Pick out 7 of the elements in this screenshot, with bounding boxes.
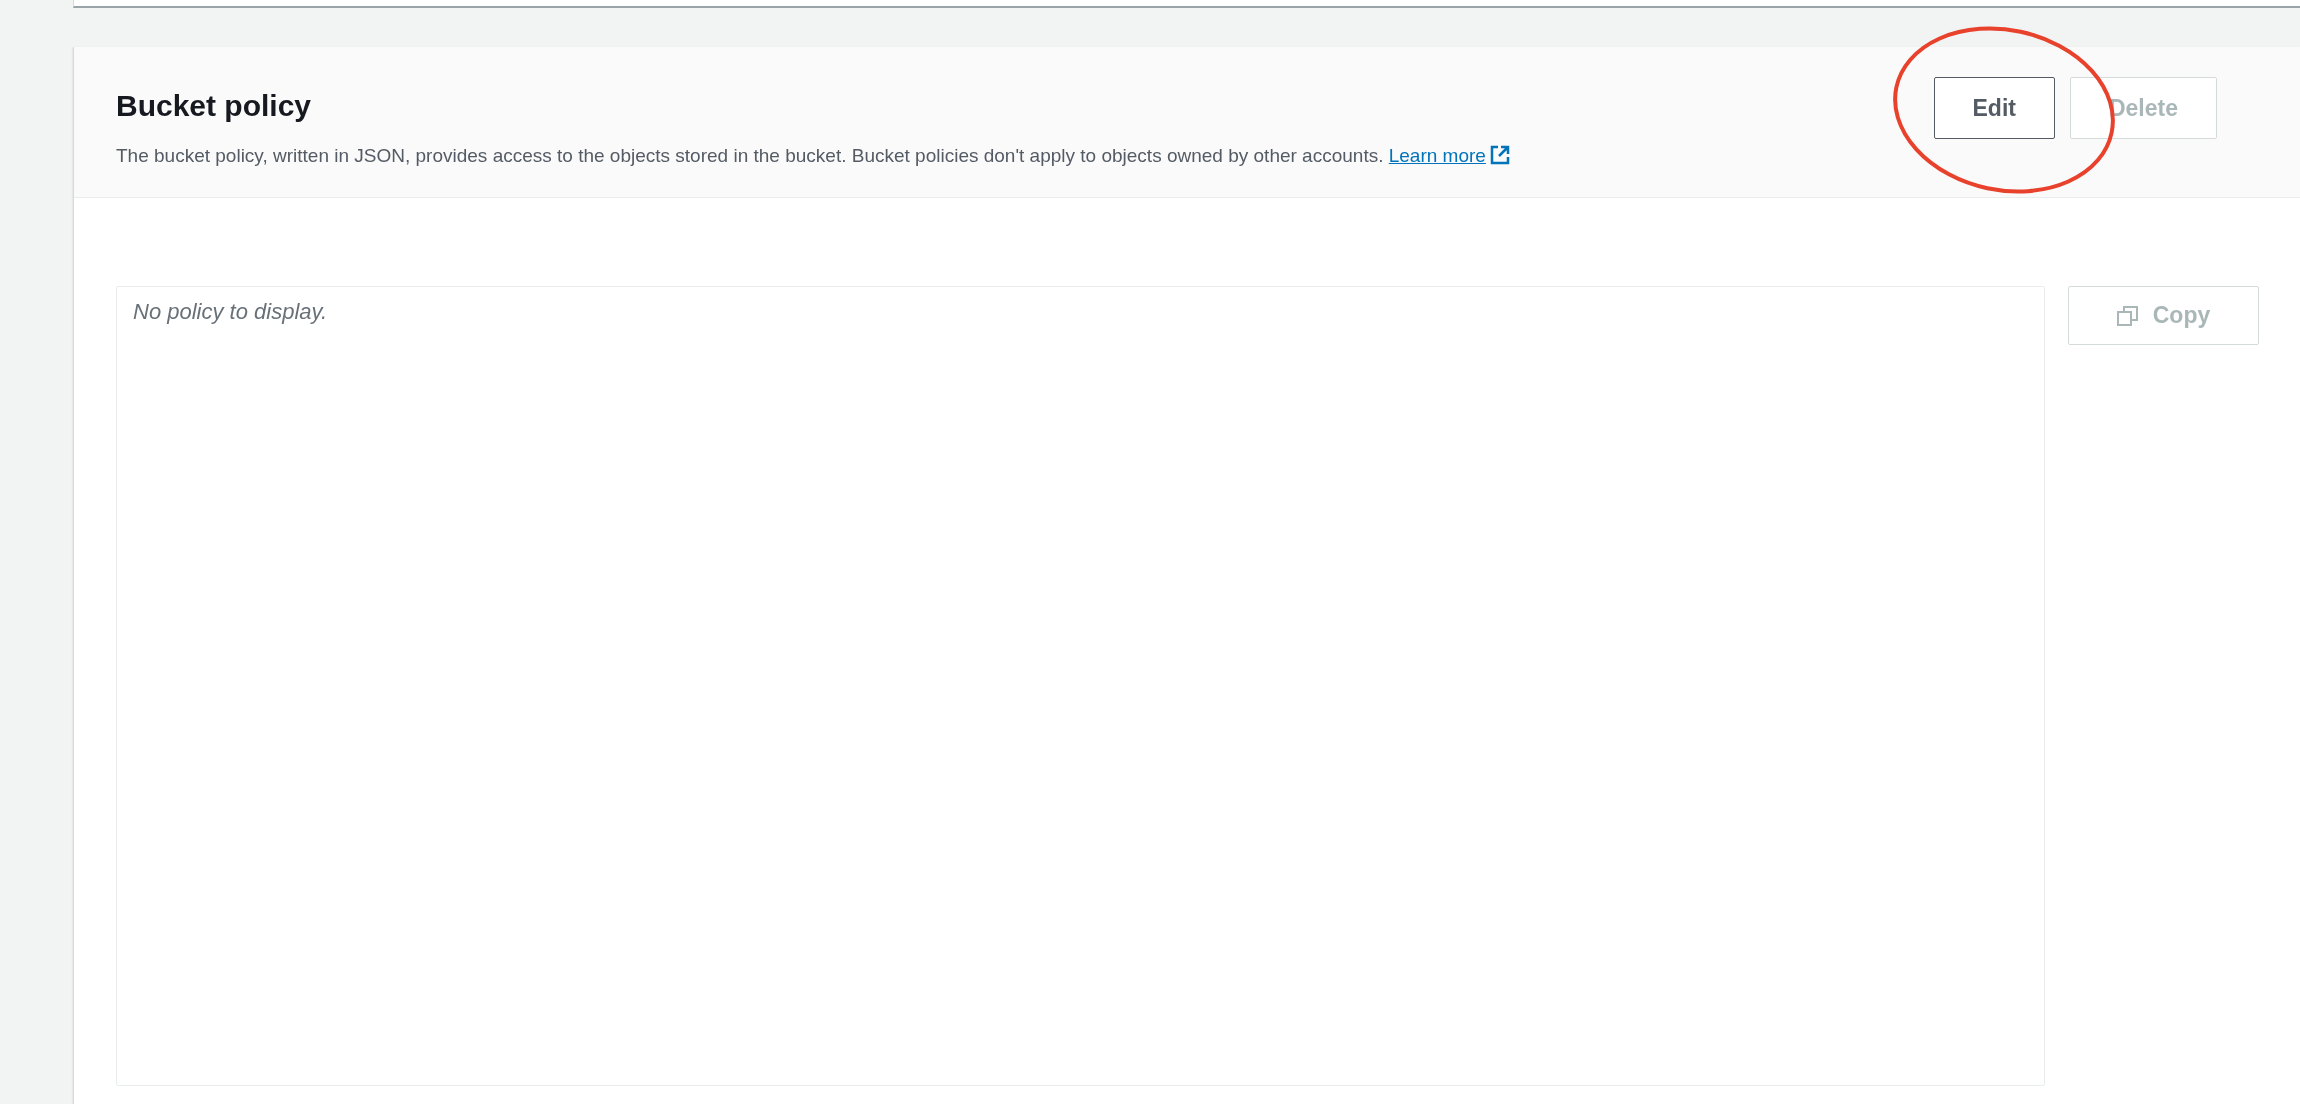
learn-more-link[interactable]: Learn more [1388, 145, 1510, 166]
section-title: Bucket policy [116, 89, 313, 123]
external-link-icon [1489, 145, 1510, 165]
empty-policy-text: No policy to display. [133, 299, 327, 324]
copy-icon [2116, 304, 2139, 327]
edit-button[interactable]: Edit [1933, 77, 2055, 139]
section-description: The bucket policy, written in JSON, provides access to the objects stored in the bucket. Bucket policies don't apply to objects owned by other accounts. Learn more [116, 145, 1510, 167]
